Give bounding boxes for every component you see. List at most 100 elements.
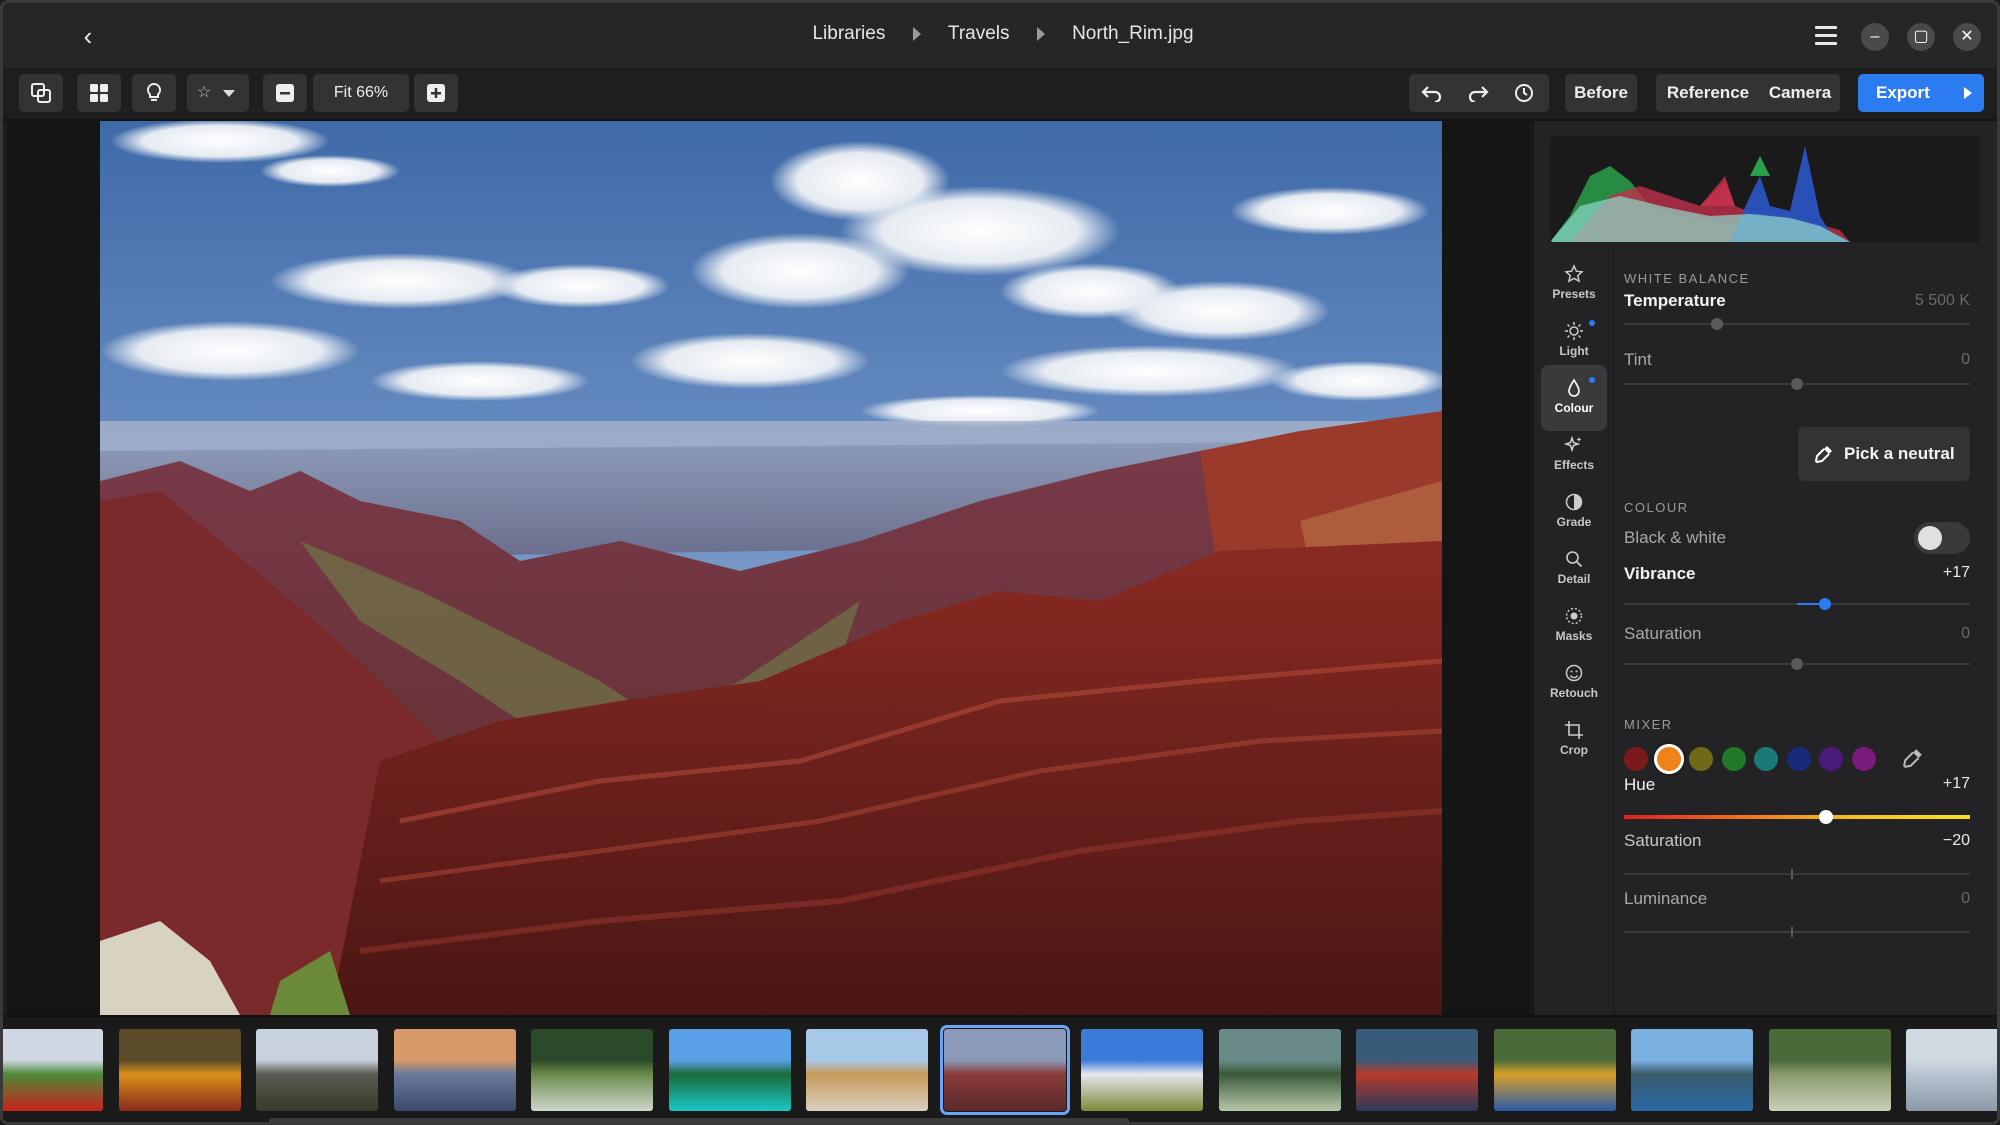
photo-canvas[interactable]	[7, 121, 1531, 1015]
filmstrip-thumbnail[interactable]	[256, 1029, 378, 1111]
eyedropper-icon[interactable]	[1902, 747, 1924, 769]
temperature-label: Temperature	[1624, 291, 1726, 310]
zoom-in-button[interactable]	[414, 74, 458, 112]
filmstrip-thumbnail[interactable]	[3, 1029, 103, 1111]
before-button[interactable]: Before	[1565, 74, 1637, 112]
saturation-slider[interactable]	[1624, 658, 1970, 670]
pick-neutral-button[interactable]: Pick a neutral	[1798, 427, 1970, 481]
rail-crop-label: Crop	[1560, 743, 1588, 757]
mixer-saturation-value: −20	[1942, 832, 1970, 849]
camera-button[interactable]: Camera	[1760, 74, 1840, 112]
black-white-toggle[interactable]	[1914, 522, 1970, 554]
hue-knob[interactable]	[1818, 810, 1833, 824]
mixer-swatch[interactable]	[1851, 747, 1876, 771]
mixer-saturation-knob[interactable]	[1791, 869, 1793, 879]
mixer-swatch[interactable]	[1819, 747, 1843, 771]
clock-icon	[1515, 84, 1533, 102]
toggle-knob	[1918, 526, 1942, 550]
tint-slider[interactable]	[1624, 378, 1970, 390]
grid-view-button[interactable]	[77, 74, 121, 112]
section-mixer: MIXER	[1624, 717, 1673, 732]
breadcrumb-travels[interactable]: Travels	[948, 23, 1010, 45]
filmstrip-thumbnail[interactable]	[1356, 1029, 1478, 1111]
crop-icon	[1565, 721, 1583, 739]
filmstrip-thumbnail[interactable]	[939, 1025, 1070, 1115]
export-label: Export	[1876, 83, 1930, 102]
minimize-icon[interactable]: –	[1861, 23, 1889, 51]
magnifier-icon	[1566, 551, 1583, 568]
hue-value: +17	[1942, 775, 1970, 792]
play-arrow-icon	[1964, 87, 1972, 99]
maximize-icon[interactable]: ▢	[1907, 23, 1935, 51]
rail-effects-label: Effects	[1553, 458, 1594, 472]
filmstrip-thumbnail[interactable]	[1493, 1029, 1616, 1111]
pick-neutral-label: Pick a neutral	[1844, 444, 1955, 463]
app-window: ‹ Libraries Travels North_Rim.jpg – ▢ ✕ …	[0, 0, 2000, 1125]
saturation-knob[interactable]	[1791, 658, 1803, 670]
history-button[interactable]	[1501, 74, 1547, 112]
saturation-value: 0	[1961, 625, 1970, 642]
photo-grand-canyon[interactable]	[100, 121, 1442, 1015]
compare-copy-button[interactable]	[19, 74, 63, 112]
filmstrip-thumbnail[interactable]	[1218, 1029, 1341, 1111]
filmstrip-scrollbar[interactable]	[269, 1118, 1129, 1122]
export-button[interactable]: Export	[1858, 74, 1984, 112]
temperature-slider[interactable]	[1624, 318, 1970, 330]
lightbulb-icon	[146, 82, 162, 101]
modified-dot	[1589, 320, 1595, 326]
mixer-swatch[interactable]	[1754, 747, 1778, 771]
vibrance-slider[interactable]	[1624, 598, 1970, 610]
breadcrumb-file: North_Rim.jpg	[1072, 23, 1194, 44]
drop-icon	[1568, 378, 1580, 397]
face-icon	[1565, 664, 1583, 682]
rating-dropdown[interactable]: ☆	[187, 74, 249, 112]
mixer-swatch[interactable]	[1689, 747, 1713, 771]
hamburger-menu-icon[interactable]	[1811, 21, 1841, 51]
redo-button[interactable]	[1455, 74, 1501, 112]
temperature-knob[interactable]	[1711, 318, 1724, 330]
filmstrip-thumbnail[interactable]	[118, 1029, 241, 1111]
vibrance-label: Vibrance	[1624, 564, 1696, 583]
undo-button[interactable]	[1409, 74, 1455, 112]
mixer-swatch[interactable]	[1721, 747, 1746, 771]
filmstrip-thumbnail[interactable]	[806, 1029, 928, 1111]
chevron-right-icon	[1036, 27, 1045, 41]
edit-panel: Presets Light Colour Effects Grade Detai…	[1532, 121, 1997, 1015]
rail-retouch-label: Retouch	[1550, 686, 1598, 700]
luminance-value: 0	[1961, 890, 1970, 907]
histogram-graph	[1550, 146, 1850, 242]
rail-masks-label: Masks	[1555, 629, 1593, 643]
photo-image	[100, 121, 1442, 1015]
vibrance-knob[interactable]	[1818, 598, 1831, 610]
section-colour: COLOUR	[1624, 500, 1689, 515]
filmstrip-thumbnail[interactable]	[1906, 1029, 1997, 1111]
breadcrumb-libraries[interactable]: Libraries	[812, 23, 885, 45]
zoom-level[interactable]: Fit 66%	[313, 74, 409, 112]
filmstrip-thumbnail[interactable]	[1081, 1029, 1203, 1111]
mixer-swatch[interactable]	[1786, 747, 1811, 771]
filmstrip-thumbnail[interactable]	[393, 1029, 516, 1111]
hue-slider[interactable]	[1624, 810, 1970, 824]
tint-knob[interactable]	[1791, 378, 1803, 390]
black-white-label: Black & white	[1624, 528, 1727, 547]
suggestions-button[interactable]	[132, 74, 176, 112]
rail-light-label: Light	[1559, 344, 1589, 358]
luminance-slider[interactable]	[1624, 927, 1970, 937]
close-icon[interactable]: ✕	[1953, 23, 1981, 51]
mixer-saturation-slider[interactable]	[1624, 869, 1970, 879]
reference-button[interactable]: Reference	[1656, 74, 1760, 112]
rail-crop[interactable]: Crop	[1541, 707, 1607, 773]
vibrance-value: +17	[1942, 564, 1970, 581]
filmstrip-thumbnail[interactable]	[531, 1029, 653, 1111]
minus-icon	[276, 84, 294, 102]
undo-icon	[1421, 86, 1442, 102]
half-circle-icon	[1565, 493, 1583, 511]
copy-icon	[31, 83, 51, 103]
filmstrip-thumbnail[interactable]	[668, 1029, 791, 1111]
filmstrip-thumbnail[interactable]	[1768, 1029, 1891, 1111]
luminance-knob[interactable]	[1791, 927, 1793, 937]
zoom-out-button[interactable]	[263, 74, 307, 112]
mixer-swatch[interactable]	[1624, 747, 1648, 771]
filmstrip-thumbnail[interactable]	[1631, 1029, 1753, 1111]
mixer-swatch[interactable]	[1653, 744, 1684, 774]
